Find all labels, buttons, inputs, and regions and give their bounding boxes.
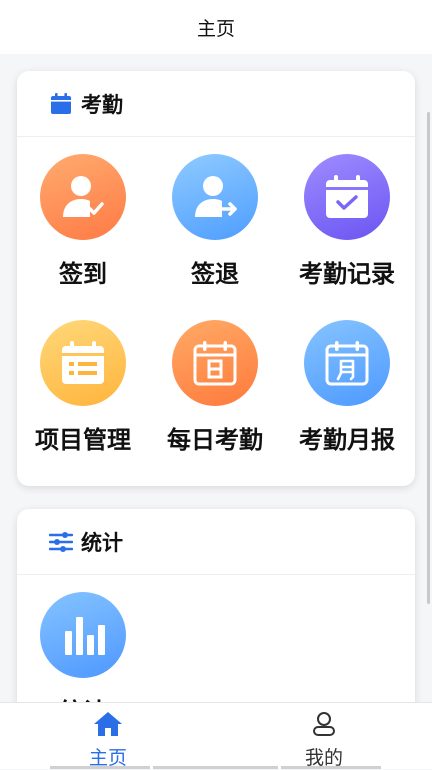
sign-in-button[interactable]: 签到: [17, 154, 149, 289]
scrollbar[interactable]: [427, 112, 430, 604]
attendance-title: 考勤: [81, 92, 123, 117]
user-logout-icon: [172, 154, 258, 240]
sliders-icon: [49, 530, 73, 554]
user-check-icon: [40, 154, 126, 240]
calendar-day-icon: [172, 320, 258, 406]
sign-out-button[interactable]: 签退: [149, 154, 281, 289]
statistics-card: 统计 统计: [17, 509, 415, 702]
bar-chart-icon: [40, 592, 126, 678]
tab-home[interactable]: 主页: [0, 703, 216, 769]
sign-out-label: 签退: [191, 260, 239, 288]
daily-attendance-button[interactable]: 每日考勤: [149, 320, 281, 455]
statistics-card-header: 统计: [17, 509, 415, 575]
sign-in-label: 签到: [59, 260, 107, 288]
user-icon: [311, 711, 337, 741]
attendance-card: 考勤 签到 签退 考勤记录 项目管理 每日考勤 考勤月报: [17, 71, 415, 486]
tab-bar: 主页 我的: [0, 702, 432, 769]
calendar-icon: [49, 92, 73, 116]
project-management-button[interactable]: 项目管理: [17, 320, 149, 455]
statistics-label: 统计: [17, 692, 149, 702]
calendar-check-icon: [304, 154, 390, 240]
home-icon: [93, 711, 123, 741]
nav-bar: 主页: [0, 0, 432, 54]
attendance-record-button[interactable]: 考勤记录: [281, 154, 413, 289]
tab-me[interactable]: 我的: [216, 703, 432, 769]
monthly-report-button[interactable]: 考勤月报: [281, 320, 413, 455]
daily-attendance-label: 每日考勤: [167, 426, 263, 454]
monthly-report-label: 考勤月报: [299, 426, 395, 454]
statistics-button[interactable]: 统计: [17, 592, 149, 702]
calendar-month-icon: [304, 320, 390, 406]
main-content[interactable]: 考勤 签到 签退 考勤记录 项目管理 每日考勤 考勤月报 统计: [0, 54, 432, 702]
attendance-record-label: 考勤记录: [299, 260, 395, 288]
page-title: 主页: [196, 17, 235, 40]
attendance-card-header: 考勤: [17, 71, 415, 137]
statistics-title: 统计: [81, 530, 123, 555]
project-management-label: 项目管理: [35, 426, 131, 454]
project-calendar-icon: [40, 320, 126, 406]
